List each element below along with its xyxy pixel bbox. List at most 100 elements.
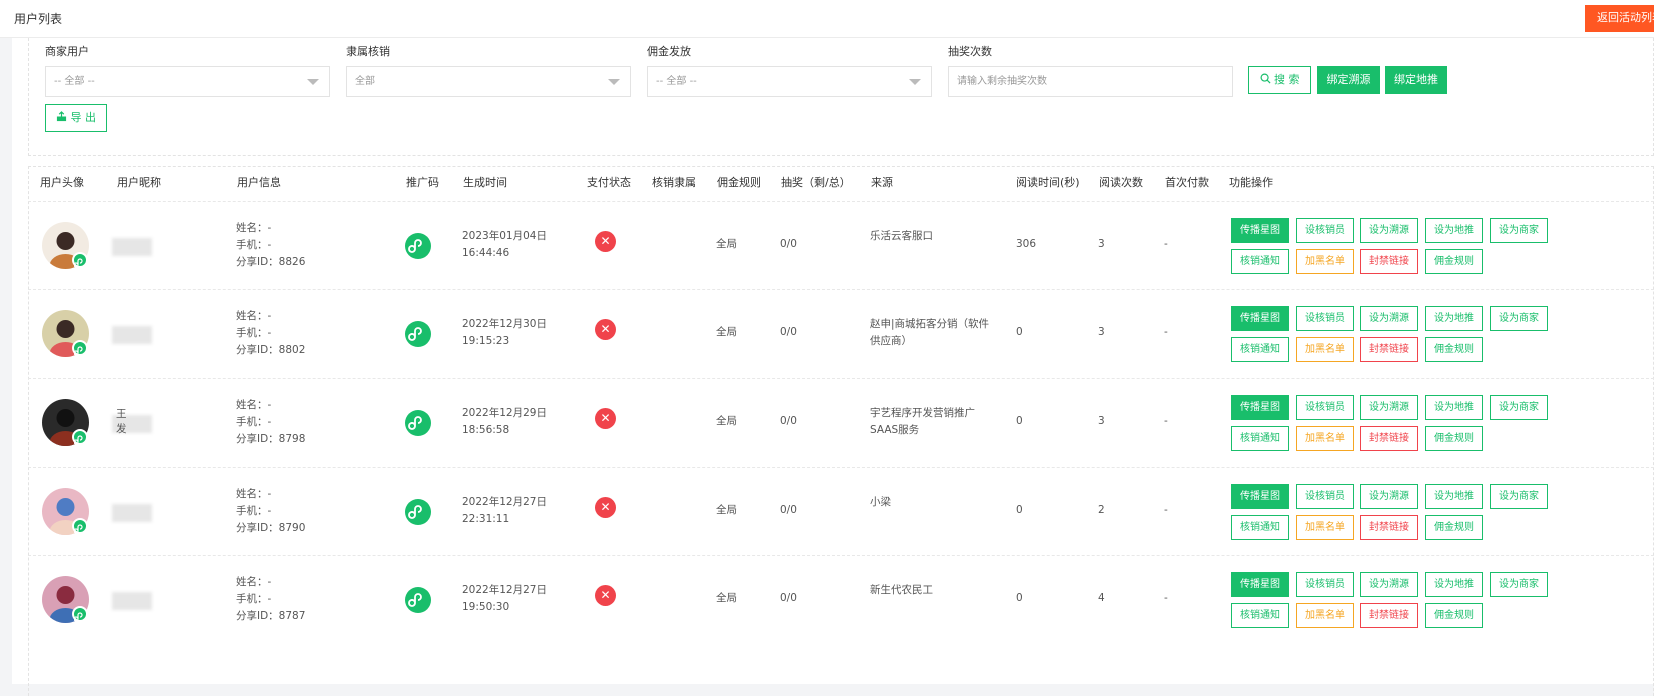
blacklist-button[interactable]: 加黑名单	[1296, 249, 1354, 274]
set-source-button[interactable]: 设为溯源	[1360, 218, 1418, 243]
mini-program-badge-icon	[72, 429, 88, 445]
table-row: 姓名：- 手机：- 分享ID：8802 2022年12月30日 19:15:23…	[28, 289, 1654, 378]
merchant-filter-select[interactable]: -- 全部 --	[45, 66, 330, 97]
first-payment: -	[1164, 592, 1168, 604]
export-button-label: 导 出	[70, 111, 97, 124]
spread-chart-button[interactable]: 传播星图	[1231, 572, 1289, 597]
set-source-button[interactable]: 设为溯源	[1360, 306, 1418, 331]
verify-notice-button[interactable]: 核销通知	[1231, 515, 1289, 540]
export-button[interactable]: 导 出	[45, 104, 107, 132]
spread-chart-button[interactable]: 传播星图	[1231, 484, 1289, 509]
user-phone: 手机：-	[236, 593, 272, 605]
blacklist-button[interactable]: 加黑名单	[1296, 515, 1354, 540]
set-source-button[interactable]: 设为溯源	[1360, 572, 1418, 597]
mini-program-icon[interactable]	[405, 587, 431, 613]
set-source-button[interactable]: 设为溯源	[1360, 395, 1418, 420]
source-text: 宇艺程序开发营销推广	[870, 407, 975, 419]
set-local-button[interactable]: 设为地推	[1425, 484, 1483, 509]
set-verifier-button[interactable]: 设核销员	[1296, 484, 1354, 509]
ban-link-button[interactable]: 封禁链接	[1360, 426, 1418, 451]
commission-rule-button[interactable]: 佣金规则	[1425, 426, 1483, 451]
back-to-activity-list-button[interactable]: 返回活动列表	[1585, 5, 1654, 32]
mini-program-icon[interactable]	[405, 410, 431, 436]
verify-notice-button[interactable]: 核销通知	[1231, 337, 1289, 362]
set-source-button[interactable]: 设为溯源	[1360, 484, 1418, 509]
set-merchant-button[interactable]: 设为商家	[1490, 306, 1548, 331]
lottery-count: 0/0	[780, 504, 797, 516]
verify-filter-value: 全部	[355, 76, 375, 87]
spread-chart-button[interactable]: 传播星图	[1231, 395, 1289, 420]
merchant-filter-label: 商家用户	[45, 45, 89, 58]
verify-notice-button[interactable]: 核销通知	[1231, 426, 1289, 451]
set-verifier-button[interactable]: 设核销员	[1296, 395, 1354, 420]
set-verifier-button[interactable]: 设核销员	[1296, 306, 1354, 331]
blacklist-button[interactable]: 加黑名单	[1296, 337, 1354, 362]
read-time: 0	[1016, 326, 1023, 338]
verify-notice-button[interactable]: 核销通知	[1231, 603, 1289, 628]
read-count: 3	[1098, 326, 1105, 338]
set-verifier-button[interactable]: 设核销员	[1296, 572, 1354, 597]
commission-rule-button[interactable]: 佣金规则	[1425, 603, 1483, 628]
set-merchant-button[interactable]: 设为商家	[1490, 572, 1548, 597]
nickname-text-line2: 发	[116, 423, 127, 435]
close-circle-icon: ✕	[595, 231, 616, 252]
spread-chart-button[interactable]: 传播星图	[1231, 218, 1289, 243]
export-icon	[56, 111, 67, 122]
created-time: 18:56:58	[462, 424, 510, 436]
source-text: 新生代农民工	[870, 584, 933, 596]
set-merchant-button[interactable]: 设为商家	[1490, 484, 1548, 509]
share-id: 分享ID：8798	[236, 433, 306, 445]
ban-link-button[interactable]: 封禁链接	[1360, 515, 1418, 540]
column-header: 阅读时间(秒)	[1016, 176, 1080, 189]
commission-filter-select[interactable]: -- 全部 --	[647, 66, 932, 97]
user-name: 姓名：-	[236, 488, 272, 500]
ban-link-button[interactable]: 封禁链接	[1360, 249, 1418, 274]
table-row: 姓名：- 手机：- 分享ID：8790 2022年12月27日 22:31:11…	[28, 467, 1654, 556]
commission-rule-button[interactable]: 佣金规则	[1425, 515, 1483, 540]
set-local-button[interactable]: 设为地推	[1425, 218, 1483, 243]
created-date: 2023年01月04日	[462, 230, 547, 242]
top-bar: 用户列表 返回活动列表	[0, 0, 1654, 38]
set-local-button[interactable]: 设为地推	[1425, 572, 1483, 597]
spread-chart-button[interactable]: 传播星图	[1231, 306, 1289, 331]
mini-program-icon[interactable]	[405, 321, 431, 347]
share-id: 分享ID：8802	[236, 344, 306, 356]
set-local-button[interactable]: 设为地推	[1425, 306, 1483, 331]
commission-filter-value: -- 全部 --	[656, 76, 697, 87]
close-circle-icon: ✕	[595, 408, 616, 429]
lottery-count-input[interactable]: 请输入剩余抽奖次数	[948, 66, 1233, 97]
bind-local-button[interactable]: 绑定地推	[1385, 66, 1447, 94]
set-local-button[interactable]: 设为地推	[1425, 395, 1483, 420]
ban-link-button[interactable]: 封禁链接	[1360, 337, 1418, 362]
commission-rule-button[interactable]: 佣金规则	[1425, 337, 1483, 362]
read-time: 0	[1016, 504, 1023, 516]
ban-link-button[interactable]: 封禁链接	[1360, 603, 1418, 628]
set-verifier-button[interactable]: 设核销员	[1296, 218, 1354, 243]
lottery-count: 0/0	[780, 238, 797, 250]
commission-rule: 全局	[716, 415, 737, 427]
created-time: 19:15:23	[462, 335, 510, 347]
first-payment: -	[1164, 415, 1168, 427]
search-button[interactable]: 搜 索	[1248, 66, 1311, 94]
share-id: 分享ID：8787	[236, 610, 306, 622]
set-merchant-button[interactable]: 设为商家	[1490, 395, 1548, 420]
verify-filter-label: 隶属核销	[346, 45, 390, 58]
chevron-down-icon	[608, 79, 620, 85]
verify-notice-button[interactable]: 核销通知	[1231, 249, 1289, 274]
close-circle-icon: ✕	[595, 319, 616, 340]
column-header: 推广码	[406, 176, 439, 189]
blacklist-button[interactable]: 加黑名单	[1296, 426, 1354, 451]
bind-source-button[interactable]: 绑定溯源	[1317, 66, 1380, 94]
verify-filter-select[interactable]: 全部	[346, 66, 631, 97]
lottery-count: 0/0	[780, 326, 797, 338]
mini-program-icon[interactable]	[405, 499, 431, 525]
set-merchant-button[interactable]: 设为商家	[1490, 218, 1548, 243]
blacklist-button[interactable]: 加黑名单	[1296, 603, 1354, 628]
mini-program-icon[interactable]	[405, 233, 431, 259]
user-name: 姓名：-	[236, 399, 272, 411]
column-header: 抽奖（剩/总）	[781, 176, 851, 189]
mini-program-badge-icon	[72, 518, 88, 534]
created-date: 2022年12月30日	[462, 318, 547, 330]
read-time: 0	[1016, 415, 1023, 427]
commission-rule-button[interactable]: 佣金规则	[1425, 249, 1483, 274]
